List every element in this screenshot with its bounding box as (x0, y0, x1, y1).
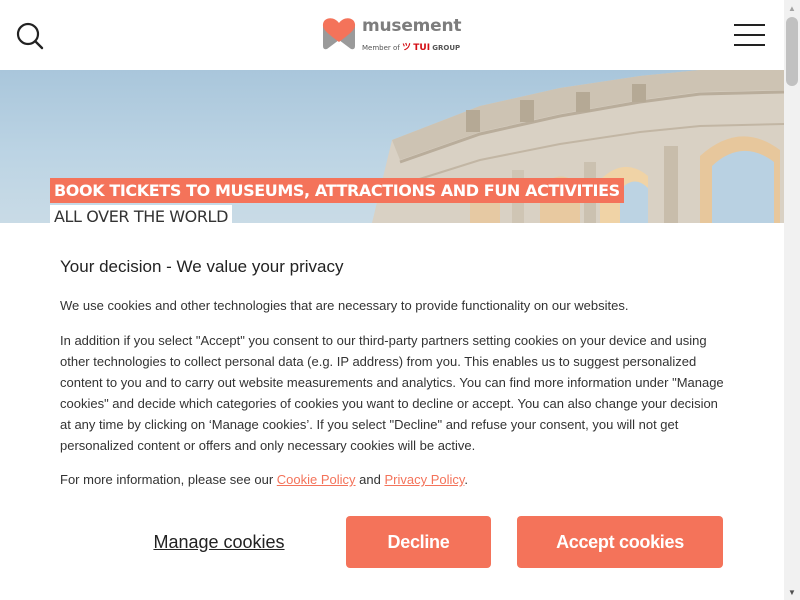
musement-logo[interactable]: musement Member of ツ TUI GROUP (322, 16, 462, 56)
scroll-down-arrow-icon[interactable]: ▼ (784, 584, 800, 600)
site-header: musement Member of ツ TUI GROUP (0, 0, 784, 70)
privacy-policy-link[interactable]: Privacy Policy (384, 472, 464, 487)
cookie-paragraph-more-info: For more information, please see our Coo… (60, 469, 724, 490)
logo-member-prefix: Member of (362, 44, 400, 52)
hamburger-menu-icon (734, 24, 765, 26)
manage-cookies-button[interactable]: Manage cookies (140, 516, 298, 568)
heart-logo-icon (322, 18, 356, 50)
cookie-policy-link[interactable]: Cookie Policy (277, 472, 356, 487)
cookie-dialog-title: Your decision - We value your privacy (60, 257, 344, 276)
vertical-scrollbar[interactable]: ▲ ▼ (784, 0, 800, 600)
cookie-paragraph-consent: In addition if you select "Accept" you c… (60, 333, 724, 453)
hero-headline-line1: BOOK TICKETS TO MUSEUMS, ATTRACTIONS AND… (50, 178, 624, 203)
logo-member-of: Member of ツ TUI GROUP (362, 40, 460, 53)
cookie-paragraph-necessary: We use cookies and other technologies th… (60, 298, 629, 313)
scrollbar-thumb[interactable] (786, 17, 798, 86)
page: musement Member of ツ TUI GROUP BOOK TICK… (0, 0, 784, 600)
search-button[interactable] (16, 22, 44, 50)
scroll-up-arrow-icon[interactable]: ▲ (784, 0, 800, 16)
more-info-prefix: For more information, please see our (60, 472, 277, 487)
decline-button[interactable]: Decline (346, 516, 491, 568)
more-info-and: and (355, 472, 385, 487)
hero-headline-line2: ALL OVER THE WORLD (50, 205, 232, 223)
search-icon (16, 22, 44, 50)
accept-cookies-button[interactable]: Accept cookies (517, 516, 723, 568)
tui-smile-icon: ツ (402, 43, 412, 53)
cookie-consent-dialog: Your decision - We value your privacy We… (0, 223, 784, 600)
menu-button[interactable] (734, 24, 766, 48)
logo-tui: TUI (413, 43, 431, 53)
hero-banner: BOOK TICKETS TO MUSEUMS, ATTRACTIONS AND… (0, 70, 784, 223)
logo-group: GROUP (432, 44, 461, 52)
more-info-suffix: . (464, 472, 469, 487)
logo-wordmark: musement (362, 16, 462, 36)
